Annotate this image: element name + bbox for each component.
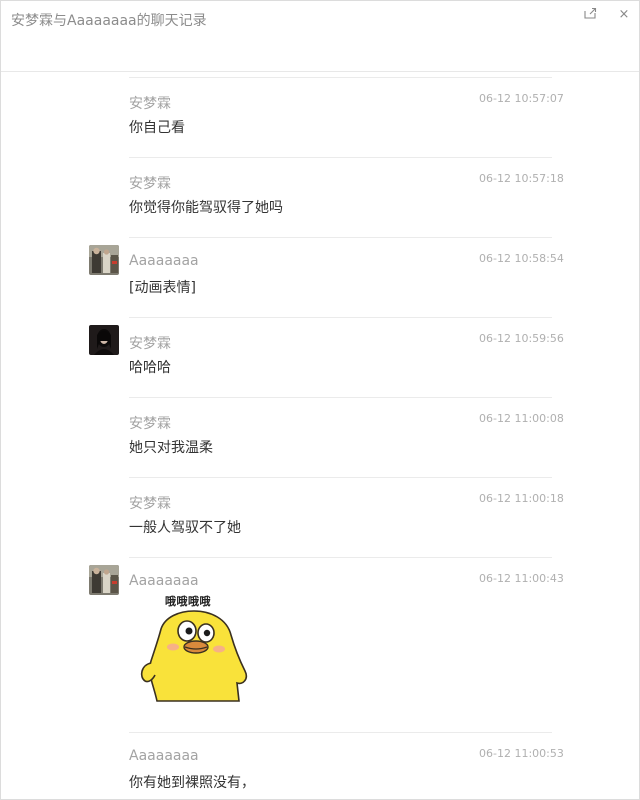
message-list[interactable]: 安梦霖 06-12 10:57:07 你自己看 安梦霖 06-12 10:57:… — [1, 72, 639, 799]
avatar[interactable] — [89, 245, 119, 275]
window-title: 安梦霖与Aaaaaaaa的聊天记录 — [11, 13, 207, 29]
message-time: 06-12 10:57:18 — [479, 172, 564, 185]
message-text: 哈哈哈 — [129, 360, 171, 376]
message-time: 06-12 10:57:07 — [479, 92, 564, 105]
message-text: 你自己看 — [129, 120, 185, 136]
message-sender: 安梦霖 — [129, 496, 171, 512]
message-item: Aaaaaaaa 06-12 11:00:43 哦哦哦哦 — [1, 557, 639, 732]
message-time: 06-12 11:00:43 — [479, 572, 564, 585]
message-text: 一般人驾驭不了她 — [129, 520, 241, 536]
message-time: 06-12 11:00:18 — [479, 492, 564, 505]
title-bar: 安梦霖与Aaaaaaaa的聊天记录 × — [1, 1, 639, 72]
message-sender: Aaaaaaaa — [129, 253, 199, 269]
message-time: 06-12 11:00:08 — [479, 412, 564, 425]
message-sender: Aaaaaaaa — [129, 573, 199, 589]
yellow-duck-sticker[interactable]: 哦哦哦哦 — [139, 593, 249, 705]
message-sender: 安梦霖 — [129, 176, 171, 192]
message-text: 你觉得你能驾驭得了她吗 — [129, 200, 283, 216]
message-time: 06-12 10:58:54 — [479, 252, 564, 265]
message-sender: 安梦霖 — [129, 336, 171, 352]
message-text: 她只对我温柔 — [129, 440, 213, 456]
message-item: 安梦霖 06-12 10:57:07 你自己看 — [1, 77, 639, 157]
message-item: 安梦霖 06-12 11:00:18 一般人驾驭不了她 — [1, 477, 639, 557]
message-sender: Aaaaaaaa — [129, 748, 199, 764]
close-icon[interactable]: × — [615, 7, 633, 23]
message-item: Aaaaaaaa 06-12 11:00:53 你有她到裸照没有， — [1, 732, 639, 799]
message-item: Aaaaaaaa 06-12 10:58:54 [动画表情] — [1, 237, 639, 317]
message-text: 你有她到裸照没有， — [129, 775, 255, 791]
message-time: 06-12 10:59:56 — [479, 332, 564, 345]
message-sender: 安梦霖 — [129, 96, 171, 112]
message-item: 安梦霖 06-12 10:59:56 哈哈哈 — [1, 317, 639, 397]
message-text: [动画表情] — [129, 280, 196, 296]
avatar[interactable] — [89, 565, 119, 595]
message-time: 06-12 11:00:53 — [479, 747, 564, 760]
message-item: 安梦霖 06-12 11:00:08 她只对我温柔 — [1, 397, 639, 477]
avatar[interactable] — [89, 325, 119, 355]
chat-history-window: 安梦霖与Aaaaaaaa的聊天记录 × 安梦霖 06-12 10:57:07 你… — [0, 0, 640, 800]
share-icon[interactable] — [581, 7, 599, 23]
message-item: 安梦霖 06-12 10:57:18 你觉得你能驾驭得了她吗 — [1, 157, 639, 237]
message-sender: 安梦霖 — [129, 416, 171, 432]
